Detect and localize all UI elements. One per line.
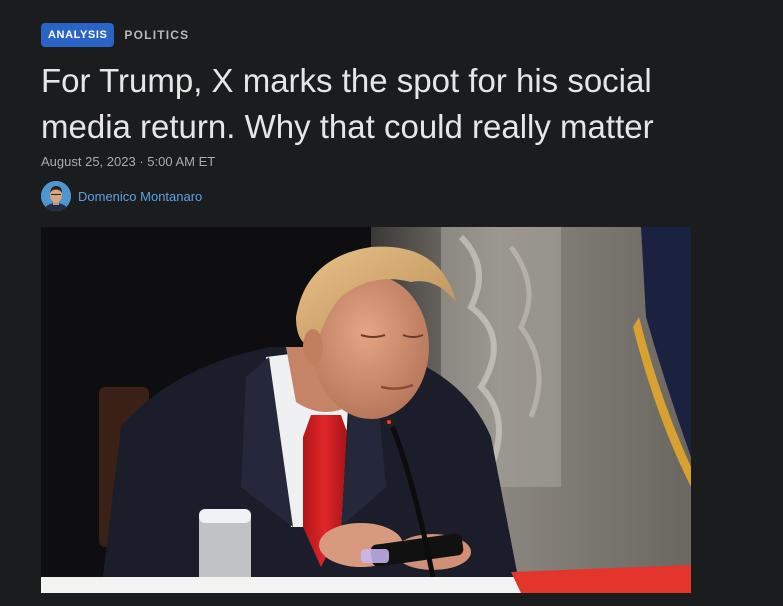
- byline: Domenico Montanaro: [41, 181, 202, 211]
- analysis-badge: ANALYSIS: [41, 23, 115, 47]
- dateline-separator: ·: [139, 154, 144, 169]
- publish-date: August 25, 2023: [41, 154, 136, 169]
- author-link[interactable]: Domenico Montanaro: [78, 189, 202, 204]
- author-avatar[interactable]: [41, 181, 71, 211]
- publish-time: 5:00 AM ET: [147, 154, 216, 169]
- dateline: August 25, 2023 · 5:00 AM ET: [41, 154, 215, 170]
- hero-image: [41, 227, 691, 593]
- tag-row: ANALYSIS POLITICS: [41, 23, 189, 47]
- politics-section-link[interactable]: POLITICS: [124, 28, 189, 42]
- article-headline: For Trump, X marks the spot for his soci…: [41, 62, 654, 145]
